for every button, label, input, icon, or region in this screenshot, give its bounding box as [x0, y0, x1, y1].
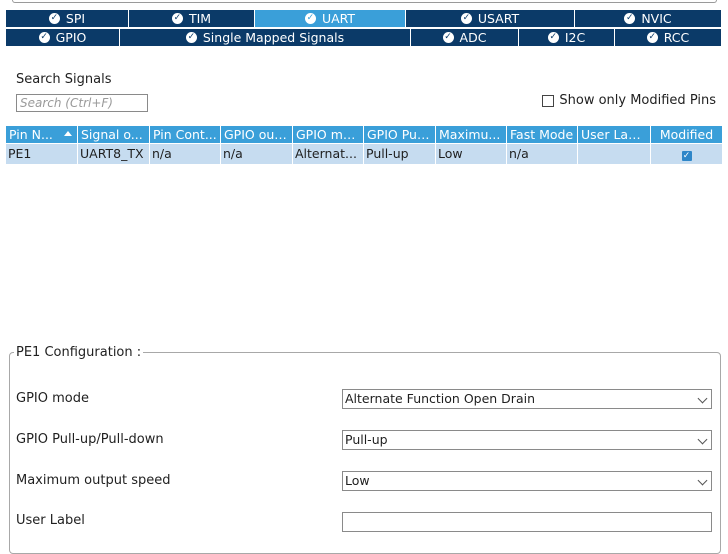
tab-label: UART: [321, 11, 356, 26]
tab-spi[interactable]: ✓ SPI: [6, 10, 129, 27]
tab-row-1: ✓ SPI ✓ TIM ✓ UART ✓ USART ✓ NVIC: [6, 10, 722, 27]
show-modified-label: Show only Modified Pins: [559, 93, 716, 108]
check-circle-icon: ✓: [460, 13, 472, 24]
column-header-label: GPIO out...: [224, 127, 292, 142]
column-header-pin-name[interactable]: Pin N...: [6, 126, 78, 143]
tab-label: Single Mapped Signals: [202, 30, 345, 45]
tab-label: GPIO: [55, 30, 87, 45]
column-header-label: Maximu...: [439, 127, 501, 142]
gpio-pull-label: GPIO Pull-up/Pull-down: [16, 432, 164, 447]
pin-configuration-title: PE1 Configuration :: [14, 345, 144, 360]
modified-checkbox-checked[interactable]: ✓: [681, 151, 692, 161]
cell-fast-mode: n/a: [507, 144, 578, 164]
tab-label: NVIC: [641, 11, 672, 26]
check-circle-icon: ✓: [304, 13, 316, 24]
gpio-pull-value: Pull-up: [345, 432, 388, 447]
column-header-label: Fast Mode: [510, 127, 574, 142]
check-circle-icon: ✓: [547, 32, 559, 43]
column-header-label: GPIO Pull...: [367, 127, 436, 142]
check-circle-icon: ✓: [442, 32, 454, 43]
show-modified-toggle[interactable]: Show only Modified Pins: [542, 93, 716, 108]
cell-gpio-mode: Alternat...: [293, 144, 364, 164]
cell-signal: UART8_TX: [78, 144, 150, 164]
tab-nvic[interactable]: ✓ NVIC: [575, 10, 722, 27]
chevron-down-icon: [697, 434, 708, 445]
tab-label: TIM: [188, 11, 212, 26]
signals-table: Pin N... Signal o... Pin Cont... GPIO ou…: [6, 126, 722, 164]
column-header-fast-mode[interactable]: Fast Mode: [507, 126, 578, 143]
column-header-label: User Label: [581, 127, 648, 142]
table-header: Pin N... Signal o... Pin Cont... GPIO ou…: [6, 126, 722, 143]
tab-single-mapped-signals[interactable]: ✓ Single Mapped Signals: [120, 29, 411, 46]
show-modified-checkbox[interactable]: [542, 94, 555, 107]
tab-i2c[interactable]: ✓ I2C: [519, 29, 615, 46]
check-circle-icon: ✓: [48, 13, 60, 24]
column-header-gpio-output[interactable]: GPIO out...: [221, 126, 293, 143]
cell-modified: ✓: [651, 144, 722, 164]
tab-tim[interactable]: ✓ TIM: [129, 10, 255, 27]
cell-pin-context: n/a: [150, 144, 221, 164]
search-signals-label: Search Signals: [16, 72, 112, 87]
table-row[interactable]: PE1 UART8_TX n/a n/a Alternat... Pull-up…: [6, 144, 722, 164]
cell-max-speed: Low: [436, 144, 507, 164]
gpio-pull-select[interactable]: Pull-up: [342, 430, 712, 450]
cell-pin-name: PE1: [6, 144, 78, 164]
column-header-label: Modified: [659, 127, 714, 142]
check-circle-icon: ✓: [185, 32, 197, 43]
chevron-down-icon: [697, 475, 708, 486]
search-input[interactable]: [16, 94, 148, 112]
tab-label: ADC: [459, 30, 487, 45]
column-header-user-label[interactable]: User Label: [578, 126, 651, 143]
user-label-label: User Label: [16, 513, 85, 528]
check-circle-icon: ✓: [171, 13, 183, 24]
gpio-mode-select[interactable]: Alternate Function Open Drain: [342, 389, 712, 409]
tab-gpio[interactable]: ✓ GPIO: [6, 29, 120, 46]
column-header-label: Pin N...: [9, 127, 53, 142]
tab-uart[interactable]: ✓ UART: [255, 10, 406, 27]
tab-label: I2C: [564, 30, 586, 45]
column-header-max-speed[interactable]: Maximu...: [436, 126, 507, 143]
sort-ascending-icon: [64, 131, 72, 136]
check-circle-icon: ✓: [38, 32, 50, 43]
column-header-modified[interactable]: Modified: [651, 126, 722, 143]
cell-gpio-output: n/a: [221, 144, 293, 164]
check-circle-icon: ✓: [624, 13, 636, 24]
column-header-gpio-mode[interactable]: GPIO mo...: [293, 126, 364, 143]
tab-row-2: ✓ GPIO ✓ Single Mapped Signals ✓ ADC ✓ I…: [6, 29, 722, 46]
tab-usart[interactable]: ✓ USART: [406, 10, 575, 27]
max-speed-label: Maximum output speed: [16, 473, 171, 488]
top-panel-frame: [12, 0, 717, 3]
column-header-label: Pin Cont...: [153, 127, 217, 142]
tab-rcc[interactable]: ✓ RCC: [615, 29, 722, 46]
tab-adc[interactable]: ✓ ADC: [411, 29, 519, 46]
tab-label: RCC: [663, 30, 690, 45]
column-header-gpio-pull[interactable]: GPIO Pull...: [364, 126, 436, 143]
column-header-signal[interactable]: Signal o...: [78, 126, 150, 143]
gpio-mode-label: GPIO mode: [16, 391, 89, 406]
tab-label: SPI: [65, 11, 86, 26]
column-header-label: Signal o...: [81, 127, 143, 142]
cell-gpio-pull: Pull-up: [364, 144, 436, 164]
user-label-input[interactable]: [342, 512, 712, 532]
column-header-label: GPIO mo...: [296, 127, 363, 142]
chevron-down-icon: [697, 393, 708, 404]
column-header-pin-context[interactable]: Pin Cont...: [150, 126, 221, 143]
cell-user-label: [578, 144, 651, 164]
gpio-mode-value: Alternate Function Open Drain: [345, 391, 536, 406]
max-speed-value: Low: [345, 473, 370, 488]
check-circle-icon: ✓: [646, 32, 658, 43]
max-speed-select[interactable]: Low: [342, 471, 712, 491]
tab-label: USART: [477, 11, 520, 26]
